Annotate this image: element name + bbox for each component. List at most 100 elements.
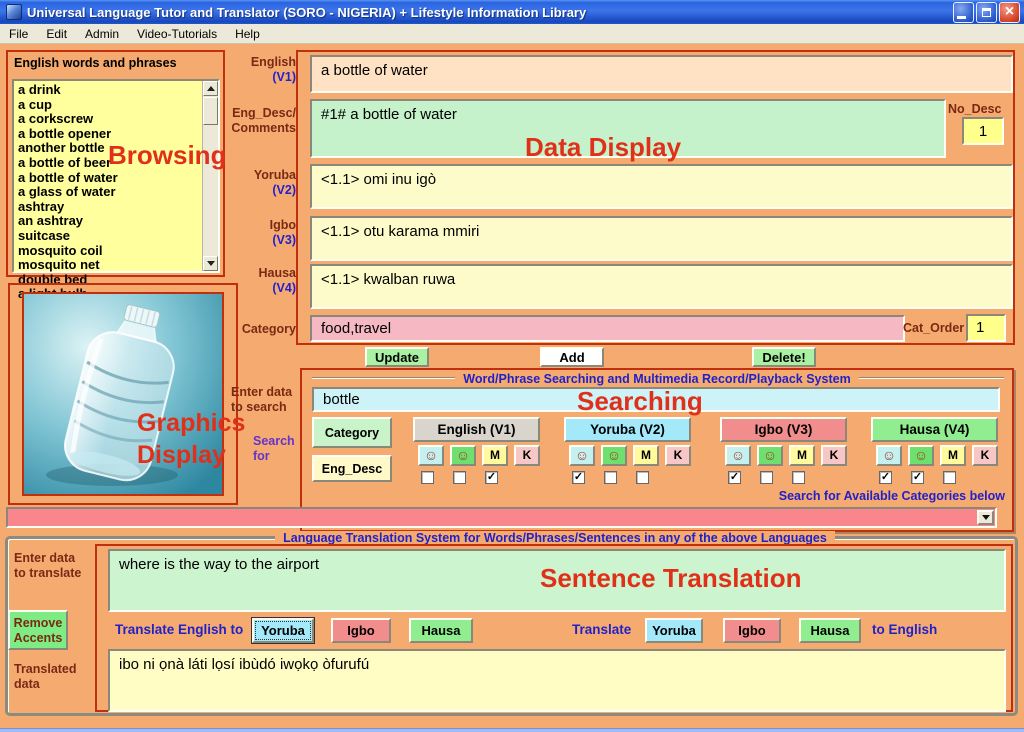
search-checkbox[interactable] <box>943 471 956 484</box>
search-yoruba-button[interactable]: Yoruba (V2) <box>564 417 691 442</box>
translate-label: Translate <box>572 622 631 637</box>
search-hausa-button[interactable]: Hausa (V4) <box>871 417 998 442</box>
browsing-heading: English words and phrases <box>14 56 177 70</box>
graphics-overlay-line1: Graphics <box>137 410 245 436</box>
to-english-label: to English <box>872 622 937 637</box>
menu-file[interactable]: File <box>0 25 37 43</box>
enter-data-search-line1: Enter data <box>231 385 292 400</box>
enter-translate-line2: to translate <box>14 566 81 581</box>
play-audio2-button[interactable]: ☺ <box>757 445 783 466</box>
search-igbo-button[interactable]: Igbo (V3) <box>720 417 847 442</box>
search-checkbox[interactable] <box>421 471 434 484</box>
available-categories-hint: Search for Available Categories below <box>700 489 1005 503</box>
english-label-text: English <box>206 55 296 70</box>
list-item[interactable]: a glass of water <box>18 185 218 200</box>
list-item[interactable]: ashtray <box>18 200 218 215</box>
searching-group-title: Word/Phrase Searching and Multimedia Rec… <box>455 372 858 386</box>
menu-admin[interactable]: Admin <box>76 25 128 43</box>
play-audio2-button[interactable]: ☺ <box>450 445 476 466</box>
hausa-label-text: Hausa <box>206 266 296 281</box>
play-audio2-button[interactable]: ☺ <box>601 445 627 466</box>
yoruba-field[interactable]: <1.1> omi inu igò <box>310 164 1013 209</box>
keyboard-button[interactable]: K <box>972 445 998 466</box>
yoruba-version-text: (V2) <box>206 183 296 198</box>
play-audio1-button[interactable]: ☺ <box>418 445 444 466</box>
hausa-field[interactable]: <1.1> kwalban ruwa <box>310 264 1013 309</box>
multimedia-button[interactable]: M <box>940 445 966 466</box>
no-desc-label: No_Desc <box>948 102 1002 117</box>
translate-to-igbo-button[interactable]: Igbo <box>331 618 391 643</box>
play-audio1-button[interactable]: ☺ <box>725 445 751 466</box>
cat-order-value[interactable]: 1 <box>966 314 1006 342</box>
multimedia-button[interactable]: M <box>482 445 508 466</box>
play-audio1-button[interactable]: ☺ <box>569 445 595 466</box>
enter-data-to-translate-label: Enter data to translate <box>14 551 81 581</box>
translated-data-label: Translated data <box>14 662 77 692</box>
search-for-line1: Search <box>253 434 295 449</box>
search-column-english: English (V1) ☺ ☺ M K ✓ <box>413 417 540 487</box>
play-audio2-button[interactable]: ☺ <box>908 445 934 466</box>
dropdown-arrow-button[interactable] <box>977 510 994 525</box>
remove-accents-line2: Accents <box>10 631 66 646</box>
list-item[interactable]: a cup <box>18 98 218 113</box>
menu-help[interactable]: Help <box>226 25 269 43</box>
english-field[interactable]: a bottle of water <box>310 55 1013 93</box>
graphics-group <box>8 283 238 505</box>
hausa-version-text: (V4) <box>206 281 296 296</box>
search-checkbox[interactable] <box>636 471 649 484</box>
search-checkbox[interactable] <box>604 471 617 484</box>
category-field[interactable]: food,travel <box>310 315 905 342</box>
list-item[interactable]: mosquito net <box>18 258 218 273</box>
list-item[interactable]: a drink <box>18 83 218 98</box>
categories-dropdown[interactable] <box>6 507 997 528</box>
translate-from-yoruba-button[interactable]: Yoruba <box>645 618 703 643</box>
translate-from-hausa-button[interactable]: Hausa <box>799 618 861 643</box>
hausa-field-label: Hausa (V4) <box>206 266 296 296</box>
list-item[interactable]: a corkscrew <box>18 112 218 127</box>
browsing-overlay: Browsing <box>108 142 226 168</box>
translated-output-field[interactable]: ibo ni ọnà láti lọsí ibùdó iwọkọ òfurufú <box>108 649 1006 712</box>
list-item[interactable]: mosquito coil <box>18 244 218 259</box>
igbo-field[interactable]: <1.1> otu karama mmiri <box>310 216 1013 261</box>
search-checkbox[interactable]: ✓ <box>485 471 498 484</box>
search-category-button[interactable]: Category <box>312 417 392 448</box>
keyboard-button[interactable]: K <box>665 445 691 466</box>
remove-accents-button[interactable]: Remove Accents <box>8 610 68 650</box>
minimize-button[interactable] <box>953 2 974 23</box>
list-item[interactable]: suitcase <box>18 229 218 244</box>
search-checkbox[interactable]: ✓ <box>911 471 924 484</box>
close-button[interactable]: × <box>999 2 1020 23</box>
arrow-up-icon <box>207 86 215 91</box>
search-checkbox[interactable]: ✓ <box>572 471 585 484</box>
menu-video-tutorials[interactable]: Video-Tutorials <box>128 25 226 43</box>
graphics-overlay-line2: Display <box>137 442 226 468</box>
add-button[interactable]: Add <box>540 347 604 367</box>
translation-group-title: Language Translation System for Words/Ph… <box>275 531 835 545</box>
english-words-listbox[interactable]: a drink a cup a corkscrew a bottle opene… <box>12 79 220 273</box>
restore-button[interactable] <box>976 2 997 23</box>
search-column-hausa: Hausa (V4) ☺ ☺ M K ✓ ✓ <box>871 417 998 487</box>
search-eng-desc-button[interactable]: Eng_Desc <box>312 455 392 482</box>
menu-edit[interactable]: Edit <box>37 25 76 43</box>
translate-from-igbo-button[interactable]: Igbo <box>723 618 781 643</box>
play-audio1-button[interactable]: ☺ <box>876 445 902 466</box>
translate-to-yoruba-button[interactable]: Yoruba <box>252 618 314 643</box>
delete-button[interactable]: Delete! <box>752 347 816 367</box>
list-item[interactable]: a bottle of water <box>18 171 218 186</box>
search-checkbox[interactable] <box>792 471 805 484</box>
multimedia-button[interactable]: M <box>789 445 815 466</box>
search-checkbox[interactable]: ✓ <box>728 471 741 484</box>
list-item[interactable]: an ashtray <box>18 214 218 229</box>
no-desc-value[interactable]: 1 <box>962 117 1004 145</box>
keyboard-button[interactable]: K <box>514 445 540 466</box>
search-checkbox[interactable] <box>453 471 466 484</box>
searching-overlay: Searching <box>577 388 703 414</box>
translated-line1: Translated <box>14 662 77 677</box>
search-checkbox[interactable] <box>760 471 773 484</box>
search-checkbox[interactable]: ✓ <box>879 471 892 484</box>
update-button[interactable]: Update <box>365 347 429 367</box>
translate-to-hausa-button[interactable]: Hausa <box>409 618 473 643</box>
multimedia-button[interactable]: M <box>633 445 659 466</box>
keyboard-button[interactable]: K <box>821 445 847 466</box>
search-english-button[interactable]: English (V1) <box>413 417 540 442</box>
